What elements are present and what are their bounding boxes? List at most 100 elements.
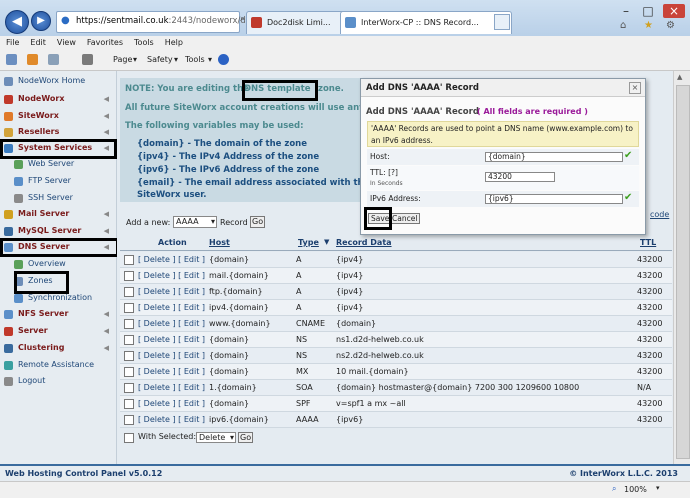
sidebar-item-nodeworx[interactable]: NodeWorx ◀ bbox=[0, 91, 114, 107]
zoom-icon[interactable]: ⌕ bbox=[612, 484, 616, 494]
chevron-down-icon[interactable]: ▾ bbox=[656, 484, 660, 492]
delete-link[interactable]: Delete bbox=[144, 271, 170, 280]
row-checkbox[interactable] bbox=[124, 303, 134, 313]
edit-link[interactable]: Edit bbox=[184, 255, 200, 264]
add-go-button[interactable]: Go bbox=[250, 216, 266, 228]
cancel-button[interactable]: Cancel bbox=[389, 213, 421, 224]
delete-link[interactable]: Delete bbox=[144, 399, 170, 408]
edit-link[interactable]: Edit bbox=[184, 319, 200, 328]
ipv6-input[interactable]: {ipv6} bbox=[485, 194, 623, 204]
sidebar-item-label: Overview bbox=[28, 259, 66, 268]
select-all-checkbox[interactable] bbox=[124, 433, 134, 443]
sidebar-item-nfs-server[interactable]: NFS Server ◀ bbox=[0, 306, 114, 322]
bulk-action-select[interactable]: Delete ▾ bbox=[196, 432, 236, 443]
edit-link[interactable]: Edit bbox=[184, 415, 200, 424]
delete-link[interactable]: Delete bbox=[144, 415, 170, 424]
edit-link[interactable]: Edit bbox=[184, 287, 200, 296]
sidebar-item-ssh-server[interactable]: SSH Server bbox=[0, 190, 114, 206]
sidebar-item-mysql-server[interactable]: MySQL Server ◀ bbox=[0, 223, 114, 239]
help-icon[interactable] bbox=[218, 54, 229, 65]
sidebar-item-nodeworx-home[interactable]: NodeWorx Home bbox=[0, 73, 114, 89]
favorites-star-icon[interactable]: ★ bbox=[644, 20, 653, 31]
row-checkbox[interactable] bbox=[124, 351, 134, 361]
sidebar-item-siteworx[interactable]: SiteWorx ◀ bbox=[0, 108, 114, 124]
dialog-titlebar[interactable]: Add DNS 'AAAA' Record × bbox=[361, 79, 645, 97]
row-checkbox[interactable] bbox=[124, 335, 134, 345]
read-mail-icon[interactable] bbox=[48, 54, 59, 65]
sort-down-icon[interactable]: ▼ bbox=[324, 238, 329, 246]
edit-link[interactable]: Edit bbox=[184, 271, 200, 280]
delete-link[interactable]: Delete bbox=[144, 255, 170, 264]
sidebar-item-mail-server[interactable]: Mail Server ◀ bbox=[0, 206, 114, 222]
command-tools[interactable]: Tools bbox=[185, 55, 205, 64]
delete-link[interactable]: Delete bbox=[144, 303, 170, 312]
row-checkbox[interactable] bbox=[124, 383, 134, 393]
forward-button[interactable]: ▶ bbox=[31, 11, 51, 31]
chevron-down-icon: ▾ bbox=[174, 55, 179, 64]
delete-link[interactable]: Delete bbox=[144, 367, 170, 376]
sidebar-item-label: Mail Server bbox=[18, 209, 70, 218]
sidebar-item-logout[interactable]: Logout bbox=[0, 373, 114, 389]
row-checkbox[interactable] bbox=[124, 271, 134, 281]
ttl-input[interactable]: 43200 bbox=[485, 172, 555, 182]
menu-help[interactable]: Help bbox=[159, 36, 188, 47]
delete-link[interactable]: Delete bbox=[144, 287, 170, 296]
row-checkbox[interactable] bbox=[124, 399, 134, 409]
edit-link[interactable]: Edit bbox=[184, 383, 200, 392]
edit-link[interactable]: Edit bbox=[184, 351, 200, 360]
zoom-level[interactable]: 100% bbox=[624, 485, 647, 494]
command-safety[interactable]: Safety bbox=[147, 55, 173, 64]
menu-view[interactable]: View bbox=[51, 36, 81, 47]
row-checkbox[interactable] bbox=[124, 255, 134, 265]
scrollbar-thumb[interactable] bbox=[676, 85, 690, 459]
row-checkbox[interactable] bbox=[124, 287, 134, 297]
sidebar-item-resellers[interactable]: Resellers ◀ bbox=[0, 124, 114, 140]
header-record-data[interactable]: Record Data bbox=[336, 238, 392, 247]
close-window-button[interactable]: × bbox=[663, 4, 685, 18]
header-type[interactable]: Type bbox=[298, 238, 319, 247]
bulk-go-button[interactable]: Go bbox=[238, 432, 254, 443]
menu-edit[interactable]: Edit bbox=[24, 36, 51, 47]
search-icon[interactable]: ⌕ bbox=[240, 14, 245, 24]
record-type-select[interactable]: AAAA ▾ bbox=[173, 216, 217, 228]
address-bar[interactable]: ● https://sentmail.co.uk:2443/nodeworx/d… bbox=[56, 11, 258, 33]
edit-link[interactable]: Edit bbox=[184, 335, 200, 344]
new-tab-button[interactable] bbox=[494, 14, 510, 30]
scroll-up-icon[interactable]: ▲ bbox=[677, 73, 682, 81]
menu-file[interactable]: File bbox=[0, 36, 24, 47]
print-icon[interactable] bbox=[82, 54, 93, 65]
host-input[interactable]: {domain} bbox=[485, 152, 623, 162]
home-page-icon[interactable] bbox=[6, 54, 17, 65]
page-scrollbar[interactable]: ▲ bbox=[673, 71, 690, 464]
edit-link[interactable]: Edit bbox=[184, 303, 200, 312]
dialog-close-button[interactable]: × bbox=[629, 82, 641, 94]
delete-link[interactable]: Delete bbox=[144, 383, 170, 392]
gear-icon[interactable]: ⚙ bbox=[666, 20, 675, 31]
back-button[interactable]: ◀ bbox=[5, 10, 29, 34]
feeds-icon[interactable] bbox=[27, 54, 38, 65]
command-page[interactable]: Page bbox=[113, 55, 132, 64]
edit-link[interactable]: Edit bbox=[184, 367, 200, 376]
mail-server-icon bbox=[4, 210, 13, 219]
sidebar-item-clustering[interactable]: Clustering ◀ bbox=[0, 340, 114, 356]
delete-link[interactable]: Delete bbox=[144, 351, 170, 360]
row-checkbox[interactable] bbox=[124, 367, 134, 377]
sidebar-item-overview[interactable]: Overview bbox=[0, 256, 114, 272]
menu-favorites[interactable]: Favorites bbox=[81, 36, 128, 47]
sidebar-item-server[interactable]: Server ◀ bbox=[0, 323, 114, 339]
minimize-button[interactable]: – bbox=[619, 4, 633, 18]
row-checkbox[interactable] bbox=[124, 415, 134, 425]
code-link[interactable]: code bbox=[650, 210, 669, 219]
menu-tools[interactable]: Tools bbox=[128, 36, 159, 47]
home-icon[interactable]: ⌂ bbox=[620, 20, 626, 31]
maximize-button[interactable]: □ bbox=[641, 4, 655, 18]
sidebar-item-ftp-server[interactable]: FTP Server bbox=[0, 173, 114, 189]
header-ttl[interactable]: TTL bbox=[640, 238, 656, 247]
header-host[interactable]: Host bbox=[209, 238, 230, 247]
tab-interworx[interactable]: InterWorx-CP :: DNS Record... × bbox=[340, 11, 512, 34]
edit-link[interactable]: Edit bbox=[184, 399, 200, 408]
row-checkbox[interactable] bbox=[124, 319, 134, 329]
delete-link[interactable]: Delete bbox=[144, 335, 170, 344]
delete-link[interactable]: Delete bbox=[144, 319, 170, 328]
sidebar-item-remote-assistance[interactable]: Remote Assistance bbox=[0, 357, 114, 373]
